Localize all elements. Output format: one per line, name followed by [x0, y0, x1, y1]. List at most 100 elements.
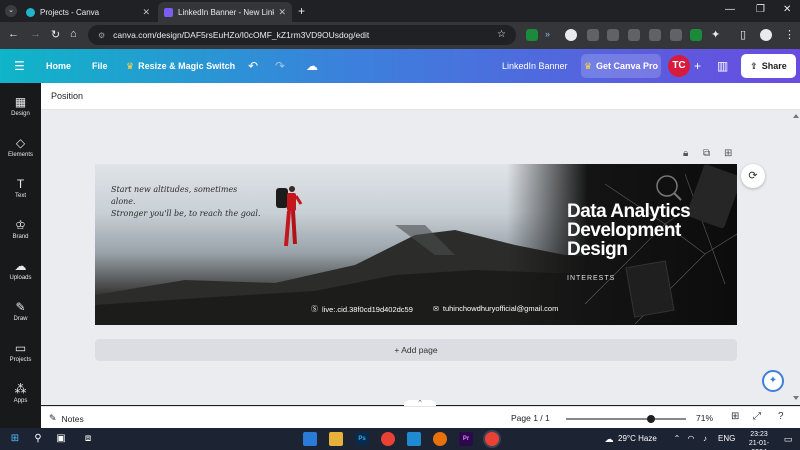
- sidebar-item-text[interactable]: T Text: [0, 171, 41, 209]
- extension-icon[interactable]: [607, 29, 619, 41]
- volume-icon[interactable]: ♪: [700, 432, 710, 446]
- new-tab-icon[interactable]: +: [298, 4, 305, 18]
- zoom-level[interactable]: 71%: [696, 413, 713, 423]
- get-canva-pro-button[interactable]: ♛ Get Canva Pro: [581, 54, 661, 78]
- browser-app-icon[interactable]: [433, 432, 447, 446]
- sidebar-item-brand[interactable]: ♔ Brand: [0, 212, 41, 250]
- site-info-icon[interactable]: ⚙: [98, 31, 105, 40]
- crown-icon: ♛: [126, 60, 135, 71]
- file-explorer-icon[interactable]: [303, 432, 317, 446]
- extension-icon[interactable]: »: [545, 29, 557, 41]
- resize-magic-switch-button[interactable]: ♛ Resize & Magic Switch: [126, 49, 235, 83]
- side-panel-icon[interactable]: ▯: [740, 28, 746, 41]
- sidebar-item-projects[interactable]: ▭ Projects: [0, 335, 41, 373]
- linkedin-banner-design[interactable]: Start new altitudes, sometimes alone. St…: [95, 164, 737, 325]
- add-page-button[interactable]: + Add page: [95, 339, 737, 361]
- extension-icon[interactable]: [526, 29, 538, 41]
- position-button[interactable]: Position: [51, 91, 83, 101]
- extension-icon[interactable]: [587, 29, 599, 41]
- uploads-icon: ☁: [14, 259, 27, 273]
- magic-assistant-icon[interactable]: ✦: [762, 370, 784, 392]
- regenerate-icon[interactable]: ⟳: [741, 164, 765, 188]
- sidebar-item-design[interactable]: ▦ Design: [0, 89, 41, 127]
- canva-favicon-icon: [164, 7, 173, 17]
- extension-icon[interactable]: [670, 29, 682, 41]
- chrome-icon[interactable]: [381, 432, 395, 446]
- extension-icon[interactable]: [565, 29, 577, 41]
- zoom-slider-handle[interactable]: [647, 415, 656, 423]
- clock-time: 23:23: [750, 431, 768, 438]
- resize-label: Resize & Magic Switch: [138, 61, 236, 71]
- close-tab-icon[interactable]: ✕: [278, 7, 286, 18]
- insights-chart-icon[interactable]: ▥: [717, 49, 728, 83]
- forward-icon[interactable]: →: [30, 28, 41, 40]
- grid-view-icon[interactable]: ⊞: [731, 411, 739, 422]
- sidebar-item-draw[interactable]: ✎ Draw: [0, 294, 41, 332]
- share-button[interactable]: ⇪ Share: [741, 54, 796, 78]
- notes-button[interactable]: ✎ Notes: [49, 413, 84, 424]
- headline-line: Design: [567, 239, 628, 260]
- tab-linkedin-banner[interactable]: LinkedIn Banner - New LinkedIn B... ✕: [158, 2, 292, 22]
- close-tab-icon[interactable]: ✕: [142, 7, 150, 18]
- fullscreen-icon[interactable]: ⤢: [753, 411, 761, 422]
- tray-overflow-icon[interactable]: ⌃: [672, 432, 682, 446]
- tab-search-icon[interactable]: ⌄: [5, 5, 17, 17]
- restore-icon[interactable]: ❐: [756, 4, 765, 15]
- sidebar-item-label: Text: [14, 193, 26, 199]
- address-bar[interactable]: ⚙ canva.com/design/DAF5rsEuHZo/I0cOMF_kZ…: [88, 25, 516, 45]
- widgets-icon[interactable]: ⧈: [81, 432, 95, 446]
- zoom-slider[interactable]: [566, 415, 686, 423]
- extension-icon[interactable]: [628, 29, 640, 41]
- wifi-icon[interactable]: ◠: [686, 432, 696, 446]
- reload-icon[interactable]: ↻: [51, 28, 60, 41]
- minimize-icon[interactable]: —: [725, 4, 735, 15]
- headline-line: Development: [567, 220, 681, 241]
- apps-icon: ⁂: [14, 382, 27, 396]
- mail-icon: ✉: [433, 305, 439, 313]
- sidebar-item-apps[interactable]: ⁂ Apps: [0, 376, 41, 414]
- help-icon[interactable]: ?: [778, 411, 784, 422]
- profile-icon[interactable]: [760, 29, 772, 41]
- email-address: tuhinchowdhuryofficial@gmail.com: [442, 304, 559, 313]
- extensions-puzzle-icon[interactable]: ✦: [711, 28, 720, 41]
- notifications-icon[interactable]: ▭: [782, 432, 794, 446]
- weather-text[interactable]: 29°C Haze: [618, 434, 657, 443]
- close-window-icon[interactable]: ✕: [783, 4, 791, 15]
- sidebar-item-elements[interactable]: ◇ Elements: [0, 130, 41, 168]
- undo-icon[interactable]: ↶: [248, 49, 258, 83]
- duplicate-page-icon[interactable]: ⧉: [703, 148, 710, 159]
- browser-menu-icon[interactable]: ⋮: [784, 28, 795, 41]
- clock-date: 21-01-2024: [748, 440, 770, 450]
- add-page-icon[interactable]: ⊞: [724, 148, 732, 159]
- skype-id: live:.cid.38f0cd19d402dc59: [322, 304, 413, 314]
- chrome-active-icon[interactable]: [485, 432, 499, 446]
- windows-start-icon[interactable]: ⊞: [8, 432, 22, 446]
- hamburger-menu-icon[interactable]: ☰: [14, 49, 25, 83]
- weather-icon[interactable]: ☁: [602, 432, 616, 446]
- premiere-pro-icon[interactable]: Pr: [459, 432, 473, 446]
- vertical-scrollbar[interactable]: [793, 112, 799, 402]
- page-indicator[interactable]: Page 1 / 1: [511, 413, 550, 423]
- invite-plus-icon[interactable]: +: [694, 49, 701, 83]
- search-icon[interactable]: ⚲: [31, 432, 45, 446]
- document-title[interactable]: LinkedIn Banner: [502, 49, 568, 83]
- lock-icon[interactable]: 🔒︎: [683, 148, 688, 159]
- clock[interactable]: 23:23 21-01-2024: [742, 430, 776, 450]
- home-button[interactable]: Home: [46, 49, 71, 83]
- vscode-icon[interactable]: [407, 432, 421, 446]
- redo-icon[interactable]: ↷: [275, 49, 285, 83]
- task-view-icon[interactable]: ▣: [54, 432, 68, 446]
- photoshop-icon[interactable]: Ps: [355, 432, 369, 446]
- folder-icon[interactable]: [329, 432, 343, 446]
- tab-projects[interactable]: Projects - Canva ✕: [20, 2, 156, 22]
- sidebar-item-uploads[interactable]: ☁ Uploads: [0, 253, 41, 291]
- extension-icon[interactable]: [690, 29, 702, 41]
- bookmark-star-icon[interactable]: ☆: [497, 29, 506, 40]
- home-icon[interactable]: ⌂: [70, 28, 77, 40]
- avatar[interactable]: TC: [668, 55, 690, 77]
- cloud-save-icon[interactable]: ☁: [306, 49, 318, 83]
- file-menu-button[interactable]: File: [92, 49, 108, 83]
- language-indicator[interactable]: ENG: [718, 434, 735, 443]
- back-icon[interactable]: ←: [8, 28, 19, 40]
- extension-icon[interactable]: [649, 29, 661, 41]
